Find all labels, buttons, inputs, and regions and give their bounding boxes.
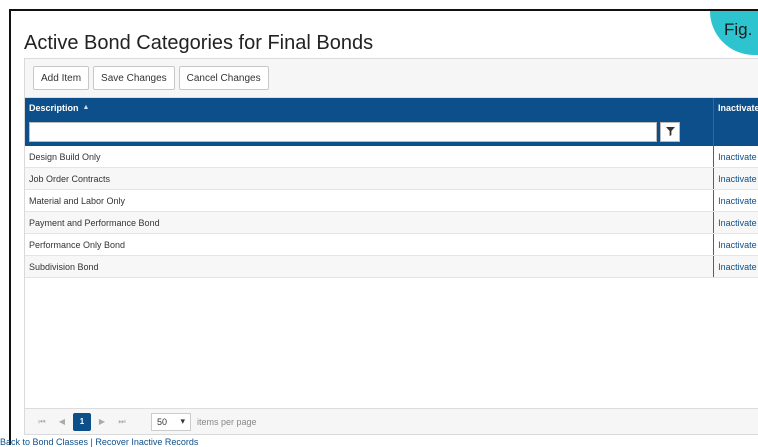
- inactivate-link[interactable]: Inactivate: [713, 212, 758, 233]
- page-size-select[interactable]: 50 ▾: [151, 412, 191, 431]
- row-description[interactable]: Subdivision Bond: [25, 256, 713, 277]
- table-row: Performance Only Bond Inactivate: [25, 234, 758, 256]
- column-header-description-label: Description: [29, 102, 79, 113]
- table-row: Job Order Contracts Inactivate: [25, 168, 758, 190]
- table-row: Design Build Only Inactivate: [25, 146, 758, 168]
- add-item-button[interactable]: Add Item: [33, 66, 90, 90]
- table-row: Payment and Performance Bond Inactivate: [25, 212, 758, 234]
- row-description[interactable]: Performance Only Bond: [25, 234, 713, 255]
- footer-links: Back to Bond Classes | Recover Inactive …: [0, 437, 198, 447]
- filter-button[interactable]: [660, 121, 680, 142]
- figure-badge: Fig.: [710, 11, 758, 55]
- inactivate-link[interactable]: Inactivate: [713, 146, 758, 167]
- grid-body: Design Build Only Inactivate Job Order C…: [25, 146, 758, 278]
- recover-inactive-records-link[interactable]: Recover Inactive Records: [95, 437, 198, 447]
- row-description[interactable]: Payment and Performance Bond: [25, 212, 713, 233]
- last-page-icon[interactable]: ⏭: [113, 413, 131, 431]
- row-description[interactable]: Design Build Only: [25, 146, 713, 167]
- chevron-down-icon: ▾: [180, 416, 185, 426]
- page-size-value: 50: [157, 416, 168, 427]
- row-description[interactable]: Job Order Contracts: [25, 168, 713, 189]
- items-per-page-label: items per page: [197, 416, 257, 427]
- back-to-bond-classes-link[interactable]: Back to Bond Classes: [0, 437, 88, 447]
- inactivate-link[interactable]: Inactivate: [713, 234, 758, 255]
- page-title: Active Bond Categories for Final Bonds: [24, 32, 374, 54]
- sort-icon: ▲: [82, 104, 90, 111]
- filter-row: [25, 117, 758, 146]
- description-filter-input[interactable]: [29, 121, 657, 142]
- table-row: Material and Labor Only Inactivate: [25, 190, 758, 212]
- current-page-button[interactable]: 1: [73, 412, 91, 431]
- prev-page-icon[interactable]: ◀: [53, 413, 71, 431]
- column-header-description[interactable]: Description ▲: [25, 98, 713, 117]
- column-header-inactivate: Inactivate: [713, 98, 758, 117]
- grid-pager: ⏮ ◀ 1 ▶ ⏭ 50 ▾ items per page: [25, 408, 758, 434]
- inactivate-link[interactable]: Inactivate: [713, 256, 758, 277]
- bond-categories-grid: Add Item Save Changes Cancel Changes Des…: [24, 58, 758, 435]
- cancel-changes-button[interactable]: Cancel Changes: [178, 66, 269, 90]
- filter-icon: [665, 127, 675, 136]
- row-description[interactable]: Material and Labor Only: [25, 190, 713, 211]
- first-page-icon[interactable]: ⏮: [33, 413, 51, 431]
- table-row: Subdivision Bond Inactivate: [25, 256, 758, 278]
- inactivate-link[interactable]: Inactivate: [713, 168, 758, 189]
- inactivate-filter-cell: [713, 117, 758, 146]
- next-page-icon[interactable]: ▶: [93, 413, 111, 431]
- grid-toolbar: Add Item Save Changes Cancel Changes: [25, 59, 758, 98]
- description-filter-cell: [25, 117, 713, 146]
- grid-header: Description ▲ Inactivate: [25, 98, 758, 117]
- save-changes-button[interactable]: Save Changes: [93, 66, 175, 90]
- inactivate-link[interactable]: Inactivate: [713, 190, 758, 211]
